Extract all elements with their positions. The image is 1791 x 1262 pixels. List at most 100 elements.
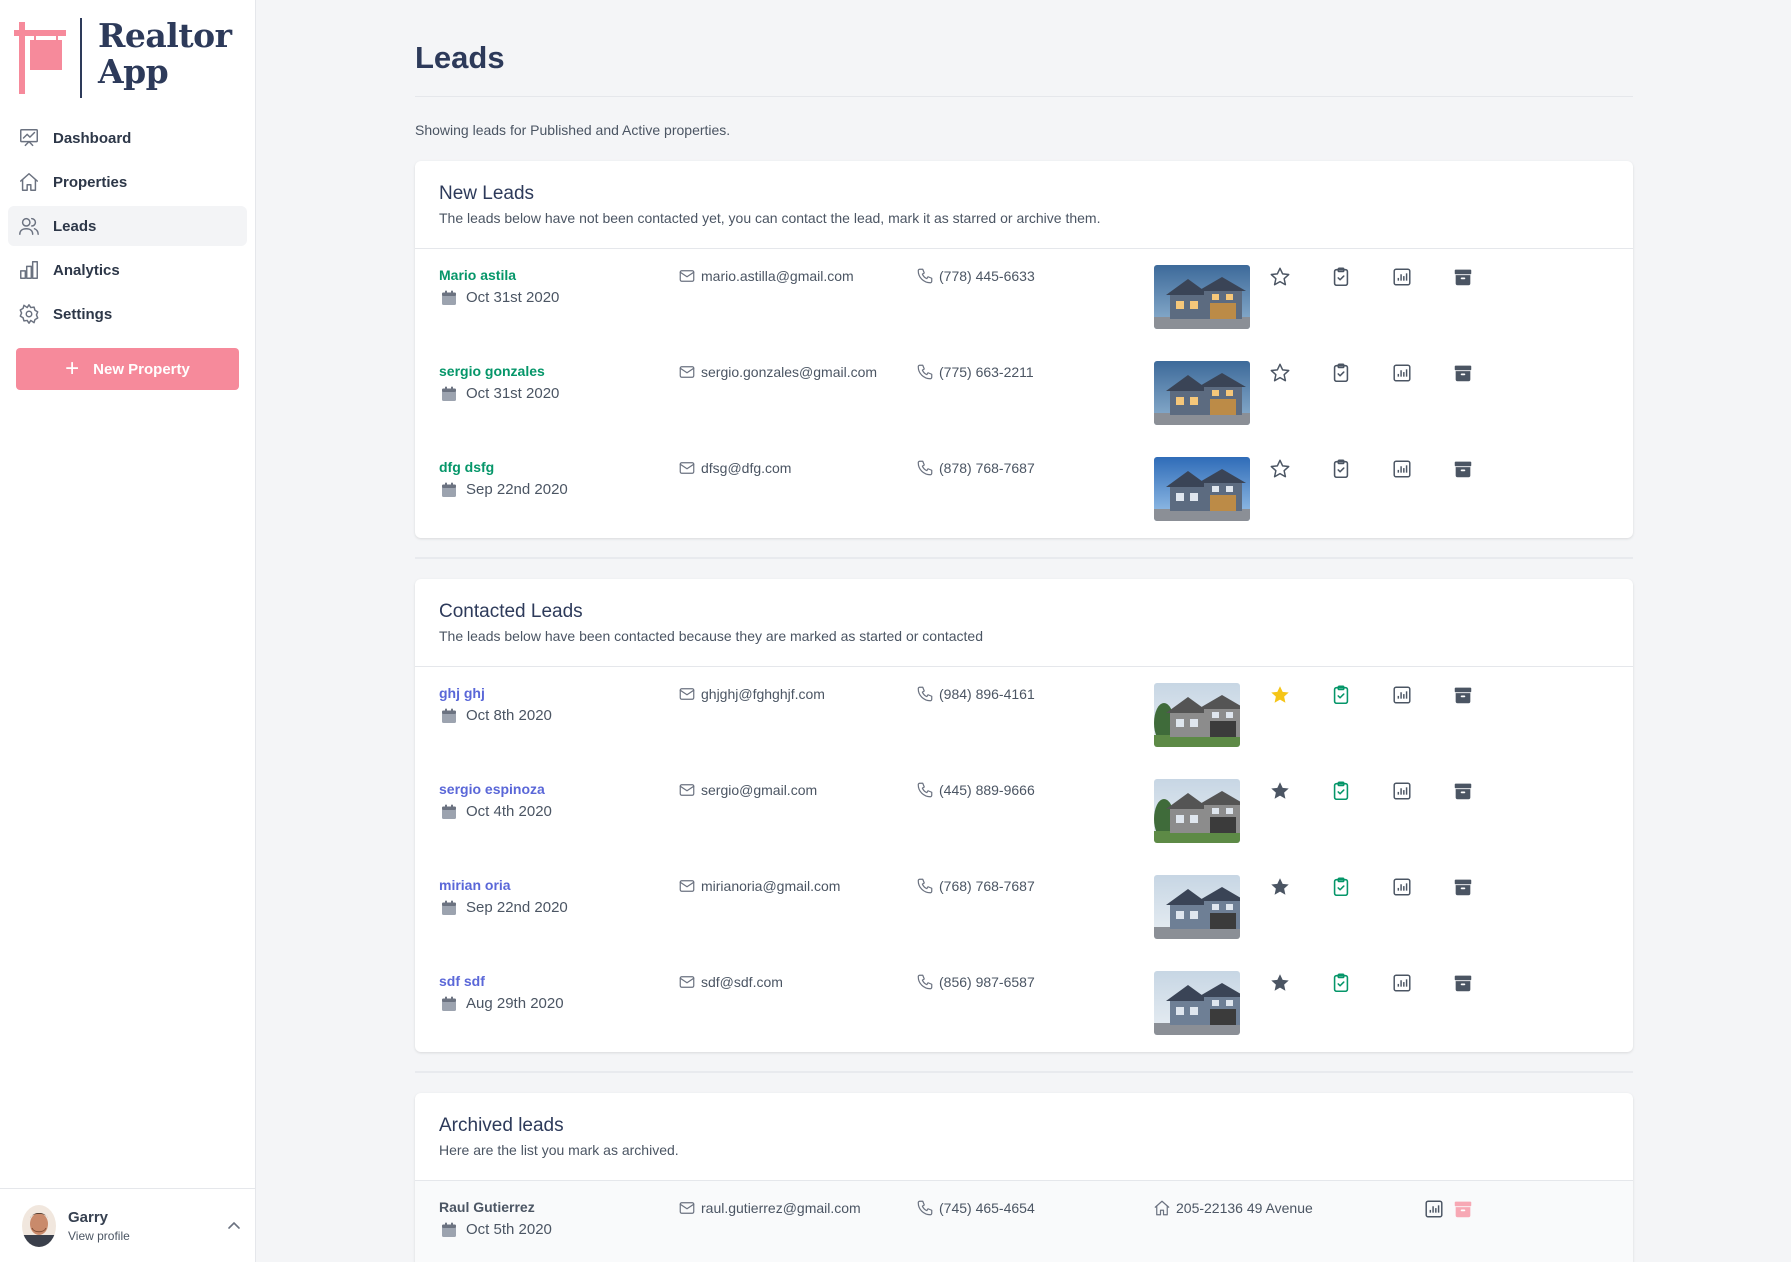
sidebar-item-leads[interactable]: Leads [8,206,247,246]
calendar-icon [441,708,466,724]
lead-phone: (878) 768-7687 [916,459,1035,477]
property-thumbnail[interactable] [1154,361,1250,425]
lead-date-text: Oct 4th 2020 [466,803,552,820]
lead-date: Sep 22nd 2020 [441,481,568,498]
property-thumbnail[interactable] [1154,683,1240,747]
lead-phone: (745) 465-4654 [916,1199,1035,1217]
contacted-leads-card: Contacted Leads The leads below have bee… [415,579,1633,1052]
sidebar-item-analytics[interactable]: Analytics [8,250,247,290]
main-content: Leads Showing leads for Published and Ac… [415,0,1633,1262]
lead-name[interactable]: ghj ghj [439,685,485,701]
star-button[interactable] [1269,684,1291,706]
lead-phone-text: (778) 445-6633 [939,268,1035,284]
sidebar-item-dashboard[interactable]: Dashboard [8,118,247,158]
lead-row: dfg dsfg Sep 22nd 2020 dfsg@dfg.com (878) 7… [415,441,1633,537]
star-button[interactable] [1269,266,1291,288]
analytics-button[interactable] [1391,684,1413,706]
star-button[interactable] [1269,458,1291,480]
phone-icon [916,973,939,991]
mark-contacted-button[interactable] [1330,780,1352,802]
mark-contacted-button[interactable] [1330,972,1352,994]
analytics-button[interactable] [1423,1198,1445,1220]
lead-name[interactable]: dfg dsfg [439,459,494,475]
new-property-button[interactable]: + New Property [16,348,239,390]
calendar-icon [441,804,466,820]
lead-phone-text: (856) 987-6587 [939,974,1035,990]
archive-button[interactable] [1452,362,1474,384]
unarchive-button[interactable] [1452,1198,1474,1220]
archive-button[interactable] [1452,684,1474,706]
logo-divider [80,18,82,98]
mail-icon [678,1199,701,1217]
calendar-icon [441,1222,466,1238]
phone-icon [916,781,939,799]
lead-email-text: sergio.gonzales@gmail.com [701,364,878,380]
property-thumbnail[interactable] [1154,779,1240,843]
lead-phone: (778) 445-6633 [916,267,1035,285]
archive-button[interactable] [1452,972,1474,994]
sidebar-item-properties[interactable]: Properties [8,162,247,202]
lead-name[interactable]: sergio espinoza [439,781,545,797]
lead-date-text: Oct 8th 2020 [466,707,552,724]
analytics-button[interactable] [1391,362,1413,384]
app-logo[interactable]: Realtor App [14,18,232,98]
archive-button[interactable] [1452,780,1474,802]
star-button[interactable] [1269,780,1291,802]
title-divider [415,96,1633,97]
mail-icon [678,267,701,285]
property-thumbnail[interactable] [1154,875,1240,939]
lead-name[interactable]: Mario astila [439,267,516,283]
mark-contacted-button[interactable] [1330,266,1352,288]
mark-contacted-button[interactable] [1330,684,1352,706]
chevron-up-icon[interactable] [226,1217,242,1233]
card-description: The leads below have not been contacted … [439,210,1101,226]
lead-name[interactable]: sergio gonzales [439,363,545,379]
mail-icon [678,363,701,381]
analytics-button[interactable] [1391,972,1413,994]
mark-contacted-button[interactable] [1330,458,1352,480]
lead-email: dfsg@dfg.com [678,459,791,477]
analytics-button[interactable] [1391,780,1413,802]
new-leads-card: New Leads The leads below have not been … [415,161,1633,538]
profile-menu[interactable]: Garry View profile [0,1188,256,1262]
mail-icon [678,685,701,703]
lead-email: sergio.gonzales@gmail.com [678,363,877,381]
mark-contacted-button[interactable] [1330,362,1352,384]
archive-button[interactable] [1452,876,1474,898]
page-subtitle: Showing leads for Published and Active p… [415,122,731,138]
star-button[interactable] [1269,972,1291,994]
analytics-button[interactable] [1391,876,1413,898]
analytics-button[interactable] [1391,266,1413,288]
property-thumbnail[interactable] [1154,971,1240,1035]
lead-name[interactable]: mirian oria [439,877,511,893]
archived-leads-card: Archived leads Here are the list you mar… [415,1093,1633,1262]
archive-button[interactable] [1452,458,1474,480]
property-thumbnail[interactable] [1154,457,1250,521]
sidebar-item-settings[interactable]: Settings [8,294,247,334]
mark-contacted-button[interactable] [1330,876,1352,898]
lead-phone-text: (984) 896-4161 [939,686,1035,702]
card-description: Here are the list you mark as archived. [439,1142,679,1158]
calendar-icon [441,900,466,916]
star-button[interactable] [1269,362,1291,384]
property-thumbnail[interactable] [1154,265,1250,329]
lead-email-text: dfsg@dfg.com [701,460,792,476]
archive-button[interactable] [1452,266,1474,288]
lead-name[interactable]: sdf sdf [439,973,485,989]
star-button[interactable] [1269,876,1291,898]
new-property-label: New Property [93,360,190,378]
analytics-button[interactable] [1391,458,1413,480]
lead-email-text: sdf@sdf.com [701,974,783,990]
lead-email: sergio@gmail.com [678,781,817,799]
lead-row: ghj ghj Oct 8th 2020 ghjghj@fghghjf.com (98… [415,667,1633,763]
lead-phone: (856) 987-6587 [916,973,1035,991]
view-profile-link[interactable]: View profile [68,1229,130,1243]
lead-row: sergio espinoza Oct 4th 2020 sergio@gmail.… [415,763,1633,859]
calendar-icon [441,996,466,1012]
lead-date: Sep 22nd 2020 [441,899,568,916]
for-sale-sign-icon [14,18,70,94]
avatar [22,1204,56,1247]
gear-icon [19,304,39,324]
mail-icon [678,877,701,895]
lead-row: sdf sdf Aug 29th 2020 sdf@sdf.com (856) 987… [415,955,1633,1051]
